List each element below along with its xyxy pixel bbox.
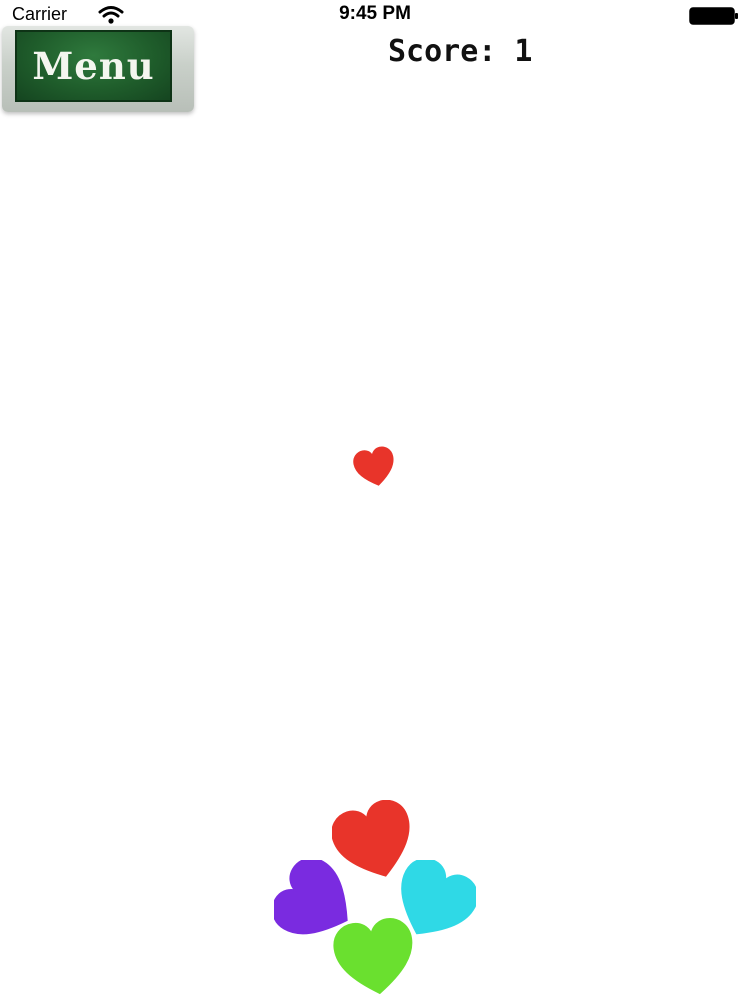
battery-icon bbox=[689, 7, 739, 25]
green-heart-icon[interactable] bbox=[332, 916, 418, 1000]
menu-button[interactable]: Menu bbox=[2, 26, 194, 112]
menu-button-face: Menu bbox=[15, 30, 172, 102]
score-display: Score: 1 bbox=[388, 34, 533, 69]
falling-heart-icon bbox=[352, 446, 398, 490]
status-time: 9:45 PM bbox=[339, 3, 411, 24]
menu-button-label: Menu bbox=[32, 44, 155, 88]
